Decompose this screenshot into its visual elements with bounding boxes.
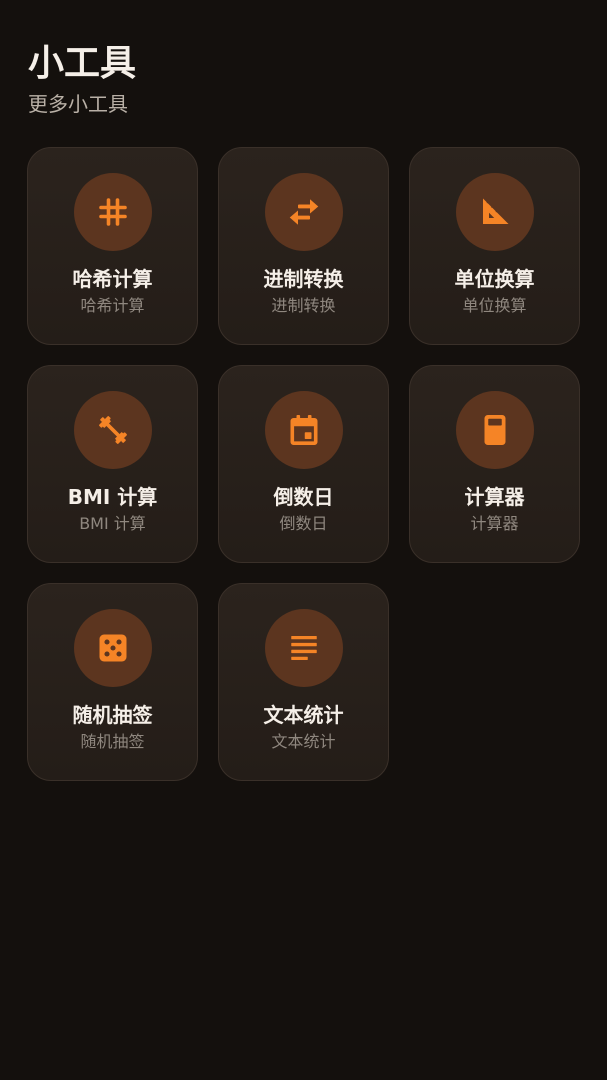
tool-icon-badge (264, 609, 343, 687)
hash-icon (98, 198, 127, 226)
tool-card-random-draw[interactable]: 随机抽签 随机抽签 (27, 583, 198, 781)
tool-card-countdown[interactable]: 倒数日 倒数日 (218, 365, 389, 563)
dumbbell-icon (98, 416, 127, 444)
tools-page: 小工具 更多小工具 哈希计算 哈希计算 进制转换 进制转换 单位换算 单位换算 … (0, 0, 607, 1080)
tool-card-subtitle: 随机抽签 (80, 732, 145, 751)
tool-card-subtitle: 计算器 (470, 514, 519, 533)
swap-arrows-icon (289, 199, 318, 225)
set-square-ruler-icon (482, 198, 508, 224)
tool-card-text-stats[interactable]: 文本统计 文本统计 (218, 583, 389, 781)
calendar-icon (290, 415, 317, 445)
tool-card-subtitle: 单位换算 (462, 296, 527, 315)
tool-card-subtitle: 文本统计 (271, 732, 336, 751)
dice-icon (99, 634, 126, 662)
tool-card-subtitle: 进制转换 (271, 296, 336, 315)
page-subtitle: 更多小工具 (28, 92, 128, 116)
tool-icon-badge (73, 609, 152, 687)
tool-card-subtitle: BMI 计算 (79, 514, 146, 533)
calculator-icon (484, 415, 505, 445)
tool-icon-badge (264, 173, 343, 251)
page-header: 小工具 更多小工具 (28, 40, 136, 118)
tool-card-title: 计算器 (464, 485, 525, 509)
tool-card-title: 哈希计算 (72, 267, 153, 291)
page-title: 小工具 (28, 43, 137, 84)
tool-card-title: 文本统计 (263, 703, 344, 727)
text-lines-icon (290, 636, 317, 660)
tool-card-title: 倒数日 (273, 485, 334, 509)
tool-card-title: 进制转换 (263, 267, 344, 291)
tool-card-calculator[interactable]: 计算器 计算器 (409, 365, 580, 563)
tool-icon-badge (73, 173, 152, 251)
tool-icon-badge (455, 173, 534, 251)
tool-card-title: 随机抽签 (72, 703, 153, 727)
tool-card-subtitle: 倒数日 (279, 514, 328, 533)
tool-icon-badge (264, 391, 343, 469)
tool-card-base-conversion[interactable]: 进制转换 进制转换 (218, 147, 389, 345)
tool-icon-badge (73, 391, 152, 469)
tool-card-bmi[interactable]: BMI 计算 BMI 计算 (27, 365, 198, 563)
tool-card-subtitle: 哈希计算 (80, 296, 145, 315)
tool-card-title: BMI 计算 (67, 485, 158, 509)
tool-card-title: 单位换算 (454, 267, 535, 291)
tool-icon-badge (455, 391, 534, 469)
tool-grid: 哈希计算 哈希计算 进制转换 进制转换 单位换算 单位换算 BMI 计算 BMI… (27, 147, 580, 781)
tool-card-hash[interactable]: 哈希计算 哈希计算 (27, 147, 198, 345)
tool-card-unit-conversion[interactable]: 单位换算 单位换算 (409, 147, 580, 345)
